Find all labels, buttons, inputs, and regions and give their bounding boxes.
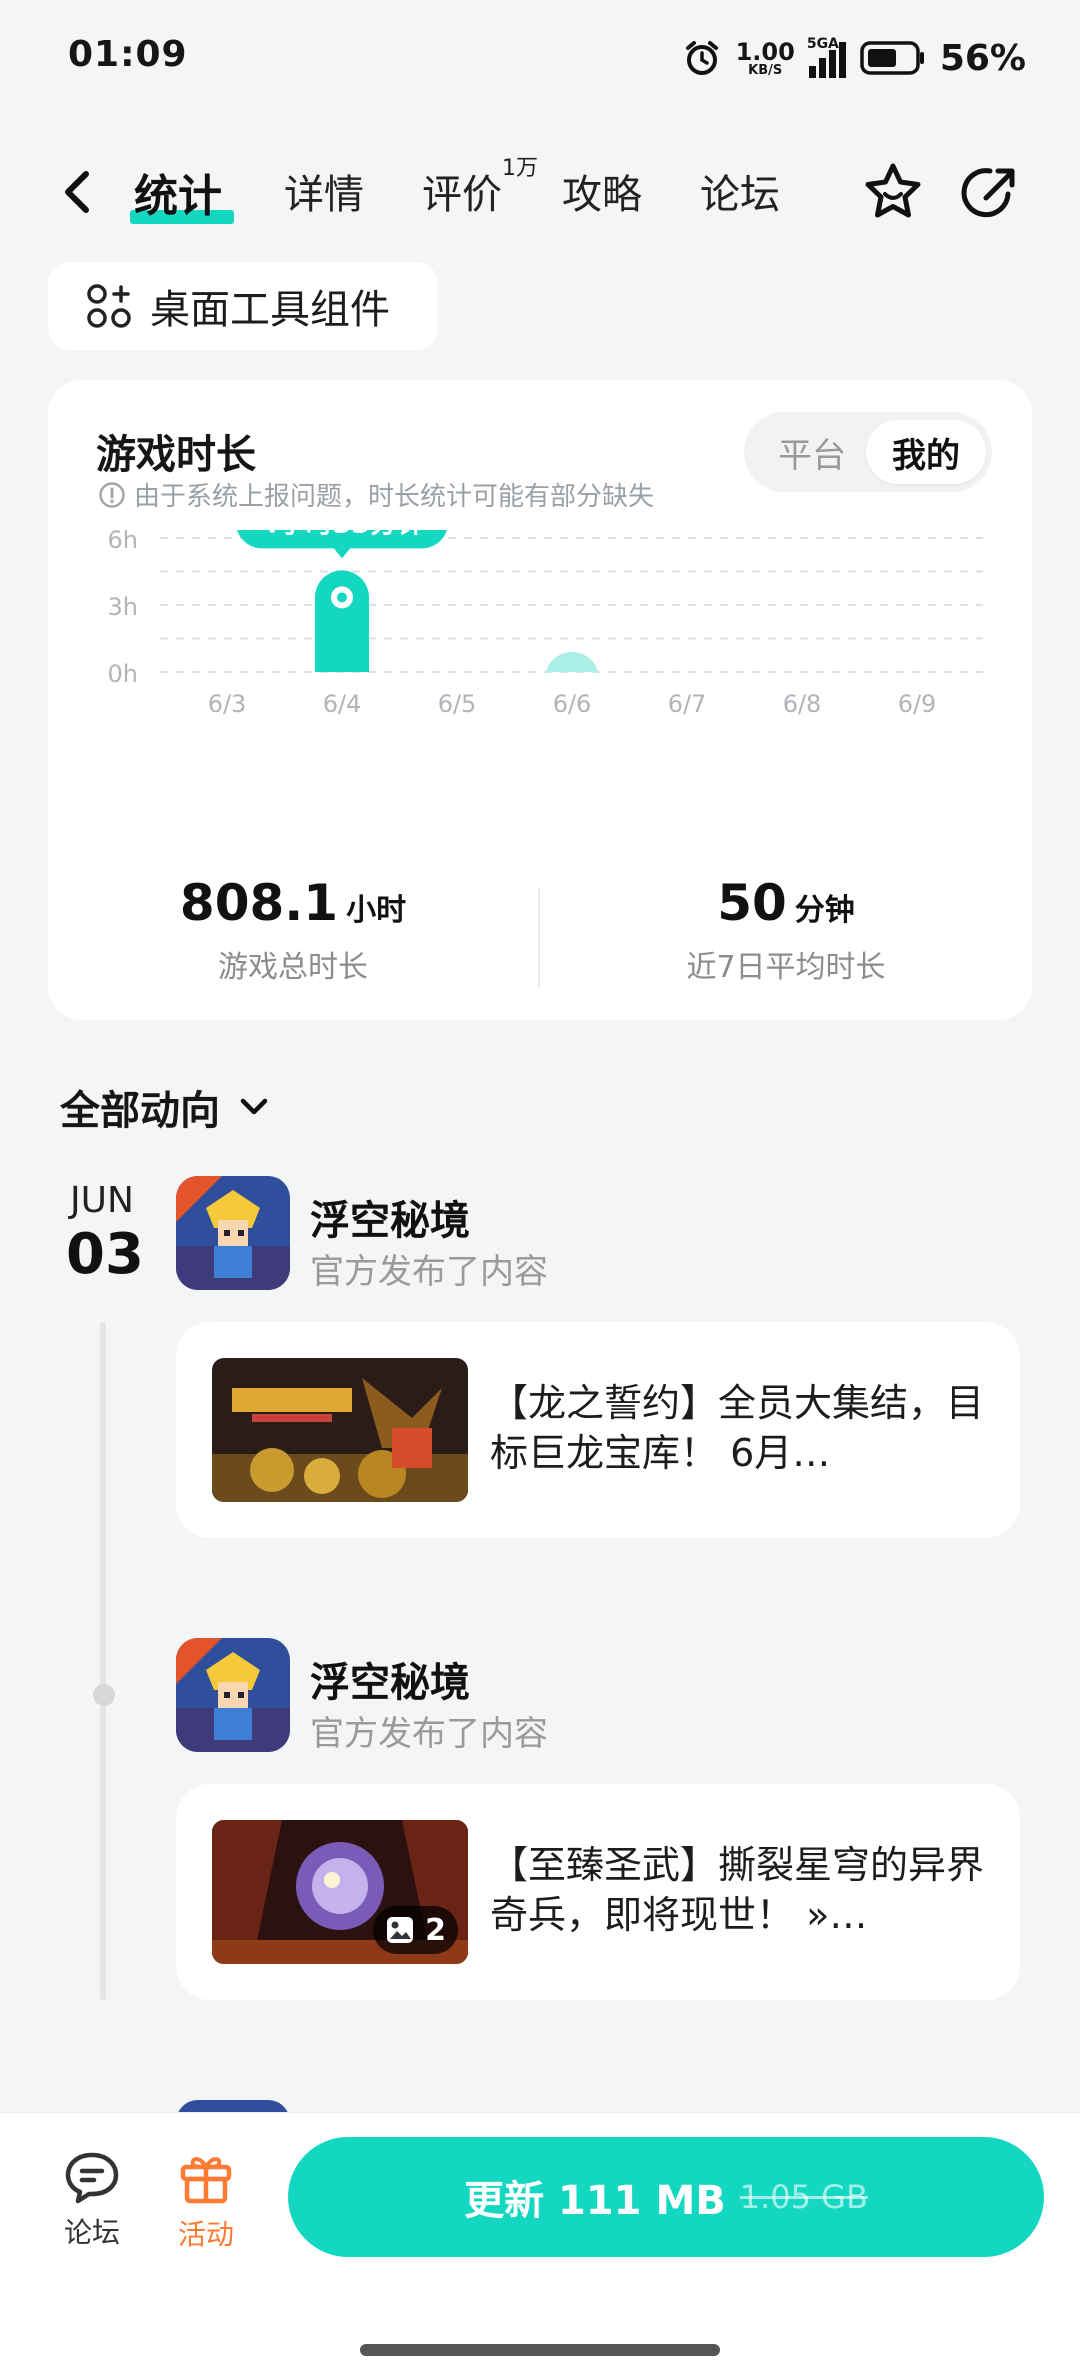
chart-bar[interactable]: [315, 570, 369, 672]
post-card[interactable]: 2 【至臻圣武】撕裂星穹的异界奇兵，即将现世！ »…: [176, 1784, 1020, 2000]
status-icons: 1.00 KB/S 5GA 56%: [682, 30, 1026, 86]
feed-filter[interactable]: 全部动向: [60, 1078, 272, 1136]
net-speed: 1.00 KB/S: [735, 37, 795, 78]
tab-details[interactable]: 详情: [284, 162, 364, 220]
toggle-mine[interactable]: 我的: [866, 420, 986, 484]
battery-percent: 56%: [939, 37, 1026, 79]
average-unit: 分钟: [794, 893, 855, 928]
x-tick-label: 6/9: [898, 690, 937, 718]
widget-label: 桌面工具组件: [150, 287, 390, 333]
scope-toggle: 平台 我的: [744, 412, 992, 492]
toggle-platform[interactable]: 平台: [752, 420, 872, 484]
signal-icon: 5GA: [807, 36, 846, 78]
average-value: 50: [717, 874, 787, 932]
favorite-button[interactable]: [860, 160, 926, 226]
x-tick-label: 6/8: [783, 690, 822, 718]
card-notice: 由于系统上报问题，时长统计可能有部分缺失: [98, 476, 654, 513]
review-count-badge: 1万: [502, 156, 538, 181]
card-title: 游戏时长: [96, 432, 256, 478]
date-day: 03: [66, 1222, 144, 1287]
desktop-widget-button[interactable]: 桌面工具组件: [48, 262, 438, 350]
x-tick-label: 6/4: [323, 690, 362, 718]
x-tick-label: 6/3: [208, 690, 247, 718]
battery-icon: [860, 41, 924, 75]
update-old-size: 1.05 GB: [739, 2178, 868, 2216]
x-tick-label: 6/6: [553, 690, 592, 718]
post-card[interactable]: 【龙之誓约】全员大集结，目标巨龙宝库！ 6月…: [176, 1322, 1020, 1538]
date-month: JUN: [70, 1180, 134, 1221]
status-time: 01:09: [68, 34, 188, 75]
image-icon: [387, 1917, 414, 1943]
update-button[interactable]: 更新 111 MB 1.05 GB: [288, 2137, 1044, 2257]
y-tick-label: 0h: [108, 660, 138, 688]
total-unit: 小时: [346, 893, 407, 928]
app-icon[interactable]: [176, 1638, 290, 1752]
share-icon: [961, 168, 1015, 218]
tab-reviews[interactable]: 评价: [422, 162, 502, 220]
forum-chat-icon: [65, 2152, 119, 2204]
tab-stats[interactable]: 统计: [134, 160, 222, 224]
total-playtime: 808.1 小时 游戏总时长: [48, 874, 538, 986]
share-button[interactable]: [958, 160, 1024, 226]
back-button[interactable]: [56, 162, 96, 222]
average-label: 近7日平均时长: [686, 950, 886, 985]
info-icon: [99, 481, 125, 508]
chevron-left-icon: [65, 171, 89, 213]
y-tick-label: 3h: [108, 593, 138, 621]
tab-guides[interactable]: 攻略: [562, 162, 642, 220]
star-icon: [865, 163, 921, 218]
post-thumbnail: 2: [212, 1820, 468, 1964]
total-label: 游戏总时长: [218, 950, 368, 985]
post-action: 官方发布了内容: [310, 1714, 548, 1754]
total-value: 808.1: [179, 874, 339, 932]
post-text: 【至臻圣武】撕裂星穹的异界奇兵，即将现世！ »…: [490, 1843, 985, 1937]
image-count-badge: 2: [373, 1906, 458, 1954]
tab-forum[interactable]: 论坛: [700, 162, 780, 220]
alarm-icon: [685, 41, 718, 75]
feed-filter-label: 全部动向: [60, 1088, 220, 1134]
update-label: 更新 111 MB: [464, 2178, 726, 2224]
post-text: 【龙之誓约】全员大集结，目标巨龙宝库！ 6月…: [490, 1381, 985, 1475]
timeline-line: [100, 1322, 106, 2000]
forum-button[interactable]: 论坛: [42, 2149, 142, 2251]
y-tick-label: 6h: [108, 530, 138, 554]
playtime-card: 游戏时长 由于系统上报问题，时长统计可能有部分缺失 平台 我的 0h 3h 6h 6…: [48, 380, 1032, 1020]
playtime-chart: 0h 3h 6h 6/3 6/4 6/5 6/6 6/7 6/8 6/9 4小时33分钟: [108, 530, 983, 718]
gift-icon: [180, 2157, 232, 2204]
post-app-name[interactable]: 浮空秘境: [310, 1188, 470, 1246]
post-action: 官方发布了内容: [310, 1252, 548, 1292]
home-indicator: [360, 2344, 720, 2356]
post-thumbnail: [212, 1358, 468, 1502]
timeline-dot: [93, 1684, 115, 1706]
tooltip-text: 4小时33分钟: [260, 530, 424, 539]
app-icon[interactable]: [176, 1176, 290, 1290]
x-tick-label: 6/5: [438, 690, 477, 718]
chevron-down-icon: [240, 1098, 268, 1115]
bottom-bar: 论坛 活动 更新 111 MB 1.05 GB: [0, 2112, 1080, 2376]
chart-bar[interactable]: [545, 651, 599, 679]
average-playtime: 50 分钟 近7日平均时长: [540, 874, 1032, 986]
tooltip-pointer: [333, 547, 351, 559]
bar-marker-center: [337, 592, 347, 603]
post-app-name[interactable]: 浮空秘境: [310, 1650, 470, 1708]
widget-grid-icon: [87, 284, 131, 328]
x-tick-label: 6/7: [668, 690, 707, 718]
activity-button[interactable]: 活动: [156, 2149, 256, 2253]
